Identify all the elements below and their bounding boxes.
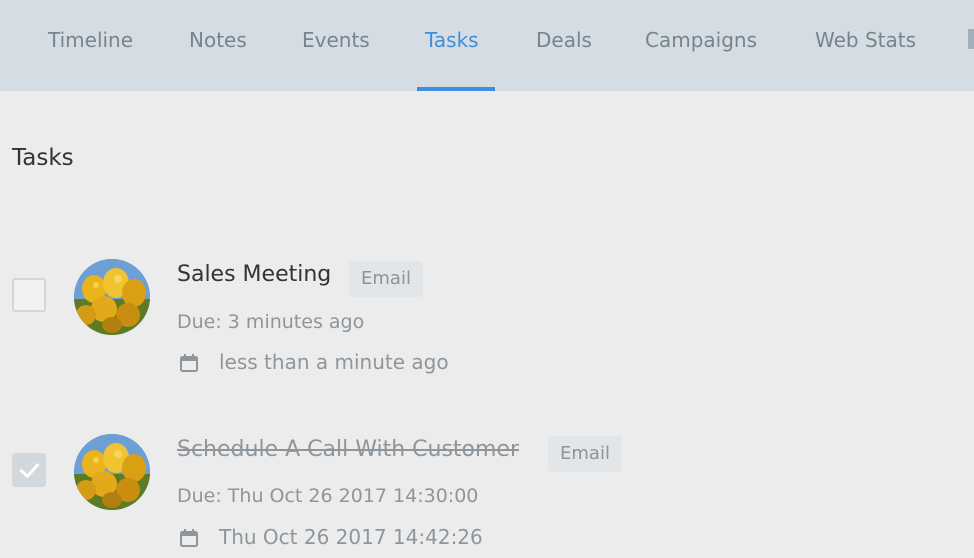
calendar-icon bbox=[180, 529, 198, 547]
tab-notes[interactable]: Notes bbox=[189, 0, 247, 91]
task-complete-checkbox[interactable] bbox=[12, 453, 46, 487]
avatar-image bbox=[74, 259, 150, 335]
tab-timeline[interactable]: Timeline bbox=[48, 0, 133, 91]
task-due: Due: Thu Oct 26 2017 14:30:00 bbox=[177, 485, 479, 507]
task-created: less than a minute ago bbox=[219, 350, 449, 374]
section-title: Tasks bbox=[12, 145, 74, 171]
task-type-badge: Email bbox=[349, 261, 423, 297]
task-type-badge: Email bbox=[548, 436, 622, 472]
tab-events[interactable]: Events bbox=[302, 0, 370, 91]
task-item: Schedule A Call With Customer Email Due:… bbox=[0, 425, 974, 555]
task-created: Thu Oct 26 2017 14:42:26 bbox=[219, 525, 483, 549]
tab-tasks[interactable]: Tasks bbox=[425, 0, 479, 91]
avatar-image bbox=[74, 434, 150, 510]
task-due: Due: 3 minutes ago bbox=[177, 311, 365, 333]
task-complete-checkbox[interactable] bbox=[12, 278, 46, 312]
task-title[interactable]: Schedule A Call With Customer bbox=[177, 437, 519, 462]
calendar-icon bbox=[180, 354, 198, 372]
tab-web-stats[interactable]: Web Stats bbox=[815, 0, 916, 91]
task-title[interactable]: Sales Meeting bbox=[177, 262, 331, 287]
task-item: Sales Meeting Email Due: 3 minutes ago l… bbox=[0, 250, 974, 380]
tab-overflow-partial[interactable] bbox=[968, 29, 974, 49]
tab-bar: Timeline Notes Events Tasks Deals Campai… bbox=[0, 0, 974, 91]
avatar bbox=[74, 259, 150, 335]
check-icon bbox=[19, 457, 40, 479]
tab-deals[interactable]: Deals bbox=[536, 0, 592, 91]
active-tab-indicator bbox=[417, 87, 495, 91]
avatar bbox=[74, 434, 150, 510]
tab-campaigns[interactable]: Campaigns bbox=[645, 0, 757, 91]
